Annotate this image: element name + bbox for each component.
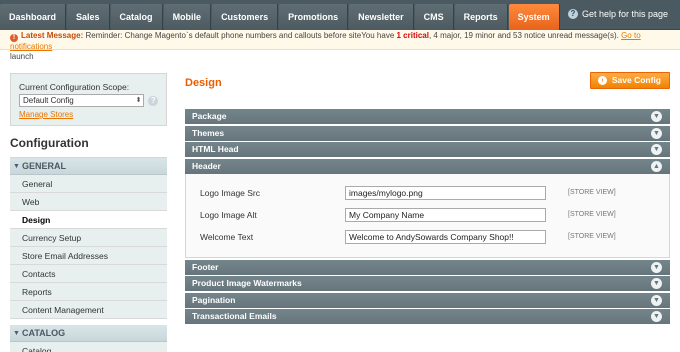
sidebar-item-contacts[interactable]: Contacts	[10, 265, 167, 283]
info-icon[interactable]: ?	[148, 95, 158, 106]
save-icon: ›	[597, 76, 607, 85]
top-nav: Dashboard Sales Catalog Mobile Customers…	[0, 0, 680, 30]
select-arrows-icon: ⬍	[135, 97, 142, 104]
manage-stores-link[interactable]: Manage Stores	[19, 110, 158, 119]
field-scope-label: [STORE VIEW]	[568, 232, 616, 240]
notification-bar: ! Latest Message: Reminder: Change Magent…	[0, 30, 680, 61]
nav-catalog[interactable]: Catalog	[110, 4, 163, 30]
notice-text-line2: launch	[10, 52, 34, 61]
scope-select[interactable]: Default Config ⬍	[19, 94, 145, 107]
section-header-body: Logo Image Src [STORE VIEW] Logo Image A…	[185, 173, 670, 258]
logo-image-src-input[interactable]	[345, 185, 546, 200]
field-row-welcome-text: Welcome Text [STORE VIEW]	[200, 229, 660, 245]
group-catalog[interactable]: ▼ CATALOG	[10, 325, 167, 342]
nav-system[interactable]: System	[508, 4, 560, 30]
warning-icon: !	[10, 34, 18, 42]
section-pagination-label: Pagination	[192, 294, 236, 305]
field-row-logo-src: Logo Image Src [STORE VIEW]	[200, 185, 660, 201]
help-icon: ?	[567, 9, 578, 19]
field-label: Logo Image Src	[200, 187, 261, 198]
sidebar-item-reports[interactable]: Reports	[10, 283, 167, 301]
configuration-title: Configuration	[10, 128, 167, 158]
nav-customers[interactable]: Customers	[212, 4, 279, 30]
scope-label: Current Configuration Scope:	[19, 82, 130, 92]
sidebar-item-currency-setup[interactable]: Currency Setup	[10, 229, 167, 247]
nav-sales[interactable]: Sales	[67, 4, 110, 30]
page-title: Design	[185, 77, 222, 89]
sidebar-item-web[interactable]: Web	[10, 193, 167, 211]
section-html-head-label: HTML Head	[192, 144, 239, 154]
section-transactional-emails-label: Transactional Emails	[192, 311, 277, 321]
logo-image-alt-input[interactable]	[345, 207, 546, 222]
section-footer-label: Footer	[192, 261, 219, 272]
section-themes[interactable]: Themes ▼	[185, 125, 670, 141]
field-scope-label: [STORE VIEW]	[568, 210, 616, 218]
field-scope-label: [STORE VIEW]	[568, 188, 616, 196]
help-link[interactable]: ? Get help for this page	[567, 9, 668, 19]
section-footer[interactable]: Footer ▼	[185, 259, 670, 275]
sidebar-item-store-email-addresses[interactable]: Store Email Addresses	[10, 247, 167, 265]
section-html-head[interactable]: HTML Head ▼	[185, 142, 670, 157]
field-label: Logo Image Alt	[200, 209, 257, 220]
chevron-down-icon: ▼	[651, 127, 662, 139]
section-package[interactable]: Package ▼	[185, 109, 670, 124]
group-general-label: GENERAL	[22, 161, 67, 171]
chevron-down-icon: ▼	[651, 144, 662, 155]
notice-count-text: You have	[361, 31, 397, 40]
config-scope-box: Current Configuration Scope: Default Con…	[10, 73, 167, 126]
notice-counts: , 4 major, 19 minor and 53 notice unread…	[428, 31, 622, 40]
nav-reports[interactable]: Reports	[454, 4, 508, 30]
welcome-text-input[interactable]	[345, 229, 546, 244]
chevron-down-icon: ▼	[651, 294, 662, 306]
nav-dashboard[interactable]: Dashboard	[0, 4, 67, 30]
sidebar-item-content-management[interactable]: Content Management	[10, 301, 167, 319]
collapse-arrow-icon: ▼	[13, 163, 20, 170]
help-label: Get help for this page	[581, 9, 668, 19]
scope-select-value: Default Config	[23, 96, 74, 105]
save-config-label: Save Config	[611, 75, 661, 85]
chevron-up-icon: ▲	[651, 160, 662, 172]
save-config-button[interactable]: › Save Config	[589, 72, 670, 89]
section-header-label: Header	[192, 160, 221, 171]
sidebar-item-design[interactable]: Design	[10, 211, 167, 229]
collapse-arrow-icon: ▼	[13, 330, 20, 337]
notice-text: Reminder: Change Magento`s default phone…	[83, 31, 362, 40]
chevron-down-icon: ▼	[651, 261, 662, 273]
nav-promotions[interactable]: Promotions	[279, 4, 349, 30]
chevron-down-icon: ▼	[651, 111, 662, 122]
section-transactional-emails[interactable]: Transactional Emails ▼	[185, 309, 670, 324]
nav-cms[interactable]: CMS	[414, 4, 454, 30]
nav-newsletter[interactable]: Newsletter	[349, 4, 414, 30]
section-header[interactable]: Header ▲	[185, 158, 670, 174]
sidebar-item-catalog[interactable]: Catalog	[10, 342, 167, 352]
section-product-image-watermarks[interactable]: Product Image Watermarks ▼	[185, 276, 670, 291]
group-catalog-label: CATALOG	[22, 328, 66, 338]
field-row-logo-alt: Logo Image Alt [STORE VIEW]	[200, 207, 660, 223]
chevron-down-icon: ▼	[651, 278, 662, 289]
section-watermarks-label: Product Image Watermarks	[192, 278, 302, 288]
critical-word: critical	[400, 31, 429, 40]
section-pagination[interactable]: Pagination ▼	[185, 292, 670, 308]
notice-label: Latest Message:	[21, 31, 84, 40]
nav-mobile[interactable]: Mobile	[163, 4, 212, 30]
group-general[interactable]: ▼ GENERAL	[10, 158, 167, 175]
sidebar: Current Configuration Scope: Default Con…	[10, 73, 167, 352]
sidebar-item-general[interactable]: General	[10, 175, 167, 193]
nav-items: Dashboard Sales Catalog Mobile Customers…	[0, 4, 561, 30]
config-sections: Package ▼ Themes ▼ HTML Head ▼ Header ▲ Logo…	[185, 109, 670, 326]
field-label: Welcome Text	[200, 231, 254, 242]
section-package-label: Package	[192, 111, 227, 121]
chevron-down-icon: ▼	[651, 311, 662, 322]
section-themes-label: Themes	[192, 127, 225, 138]
